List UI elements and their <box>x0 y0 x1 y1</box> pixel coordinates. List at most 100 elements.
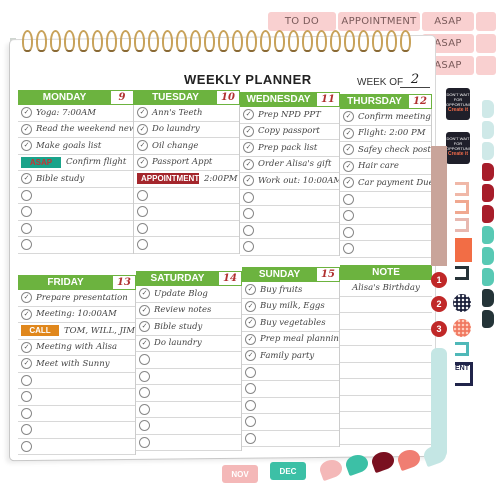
task-row[interactable] <box>18 237 133 254</box>
note-line[interactable] <box>340 330 432 346</box>
checked-circle-icon[interactable]: ✓ <box>21 358 32 370</box>
task-row[interactable]: ASAP Confirm flight <box>18 155 133 171</box>
empty-circle-icon[interactable] <box>139 420 150 432</box>
empty-circle-icon[interactable] <box>137 189 148 201</box>
empty-circle-icon[interactable] <box>21 424 32 436</box>
checked-circle-icon[interactable]: ✓ <box>137 123 148 135</box>
task-row[interactable] <box>134 221 239 237</box>
note-line[interactable]: Alisa's Birthday <box>340 280 432 297</box>
task-row[interactable]: ✓ Bible study <box>136 319 241 336</box>
empty-circle-icon[interactable] <box>21 391 32 403</box>
checked-circle-icon[interactable]: ✓ <box>139 321 150 333</box>
empty-circle-icon[interactable] <box>21 374 32 386</box>
checked-circle-icon[interactable]: ✓ <box>137 107 148 119</box>
empty-circle-icon[interactable] <box>139 387 150 399</box>
checked-circle-icon[interactable]: ✓ <box>343 144 354 156</box>
checked-circle-icon[interactable]: ✓ <box>137 140 148 152</box>
checked-circle-icon[interactable]: ✓ <box>21 123 32 135</box>
task-row[interactable] <box>242 365 339 381</box>
empty-circle-icon[interactable] <box>243 241 254 253</box>
task-row[interactable]: ✓ Oil change <box>134 138 239 155</box>
task-row[interactable] <box>340 208 431 225</box>
task-row[interactable]: ✓ Order Alisa's gift <box>240 157 339 173</box>
empty-circle-icon[interactable] <box>243 224 254 236</box>
empty-circle-icon[interactable] <box>343 226 354 238</box>
task-row[interactable] <box>18 204 133 221</box>
week-number-field[interactable]: 2 <box>400 72 430 88</box>
checked-circle-icon[interactable]: ✓ <box>343 160 354 172</box>
task-row[interactable] <box>18 422 135 439</box>
checked-circle-icon[interactable]: ✓ <box>343 111 354 123</box>
task-row[interactable] <box>18 221 133 237</box>
task-row[interactable]: ✓ Meeting: 10:00AM <box>18 307 135 323</box>
empty-circle-icon[interactable] <box>243 191 254 203</box>
empty-circle-icon[interactable] <box>21 239 32 251</box>
task-row[interactable] <box>242 414 339 431</box>
task-row[interactable]: ✓ Copy passport <box>240 124 339 140</box>
empty-circle-icon[interactable] <box>139 354 150 366</box>
task-row[interactable]: ✓ Prep NPD PPT <box>240 107 339 124</box>
task-row[interactable]: ✓ Do laundry <box>134 122 239 138</box>
task-row[interactable] <box>340 225 431 241</box>
empty-circle-icon[interactable] <box>343 193 354 205</box>
checked-circle-icon[interactable]: ✓ <box>137 156 148 168</box>
task-row[interactable]: ✓ Review notes <box>136 303 241 319</box>
task-row[interactable]: ✓ Prep meal planning <box>242 332 339 348</box>
checked-circle-icon[interactable]: ✓ <box>21 107 32 119</box>
checked-circle-icon[interactable]: ✓ <box>139 304 150 316</box>
task-row[interactable]: ✓ Passport Appt <box>134 155 239 171</box>
note-line[interactable] <box>340 346 432 363</box>
task-row[interactable]: ✓ Prep pack list <box>240 140 339 157</box>
task-row[interactable] <box>134 204 239 221</box>
empty-circle-icon[interactable] <box>139 436 150 448</box>
task-row[interactable]: ✓ Meet with Sunny <box>18 356 135 373</box>
task-row[interactable] <box>242 381 339 398</box>
task-row[interactable] <box>240 190 339 206</box>
task-row[interactable] <box>18 373 135 389</box>
checked-circle-icon[interactable]: ✓ <box>243 158 254 170</box>
empty-circle-icon[interactable] <box>21 407 32 419</box>
task-row[interactable] <box>136 352 241 369</box>
task-row[interactable]: ✓ Meeting with Alisa <box>18 340 135 356</box>
empty-circle-icon[interactable] <box>343 243 354 255</box>
checked-circle-icon[interactable]: ✓ <box>139 337 150 349</box>
task-row[interactable]: ✓ Make goals list <box>18 138 133 155</box>
checked-circle-icon[interactable]: ✓ <box>243 125 254 137</box>
task-row[interactable]: ✓ Buy milk, Eggs <box>242 299 339 315</box>
empty-circle-icon[interactable] <box>137 206 148 218</box>
task-row[interactable]: ✓ Bible study <box>18 171 133 188</box>
task-row[interactable]: ✓ Buy vegetables <box>242 315 339 332</box>
task-row[interactable] <box>136 418 241 435</box>
note-line[interactable] <box>340 396 432 412</box>
task-row[interactable] <box>136 402 241 418</box>
empty-circle-icon[interactable] <box>343 210 354 222</box>
task-row[interactable] <box>136 385 241 402</box>
note-line[interactable] <box>340 379 432 396</box>
empty-circle-icon[interactable] <box>245 399 256 411</box>
note-line[interactable] <box>340 429 432 445</box>
empty-circle-icon[interactable] <box>137 239 148 251</box>
task-row[interactable]: APPOINTMENT 2:00PM <box>134 171 239 188</box>
empty-circle-icon[interactable] <box>245 432 256 444</box>
task-row[interactable] <box>134 188 239 204</box>
empty-circle-icon[interactable] <box>243 208 254 220</box>
checked-circle-icon[interactable]: ✓ <box>245 300 256 312</box>
task-row[interactable] <box>18 439 135 455</box>
empty-circle-icon[interactable] <box>21 206 32 218</box>
checked-circle-icon[interactable]: ✓ <box>343 177 354 189</box>
empty-circle-icon[interactable] <box>21 222 32 234</box>
task-row[interactable]: ✓ Buy fruits <box>242 282 339 299</box>
empty-circle-icon[interactable] <box>21 440 32 452</box>
checked-circle-icon[interactable]: ✓ <box>21 341 32 353</box>
checked-circle-icon[interactable]: ✓ <box>243 175 254 187</box>
checked-circle-icon[interactable]: ✓ <box>243 142 254 154</box>
note-line[interactable] <box>340 313 432 330</box>
checked-circle-icon[interactable]: ✓ <box>21 173 32 185</box>
empty-circle-icon[interactable] <box>245 366 256 378</box>
task-row[interactable] <box>340 241 431 258</box>
checked-circle-icon[interactable]: ✓ <box>245 350 256 362</box>
empty-circle-icon[interactable] <box>245 383 256 395</box>
task-row[interactable] <box>18 389 135 406</box>
task-row[interactable] <box>134 237 239 254</box>
checked-circle-icon[interactable]: ✓ <box>21 140 32 152</box>
